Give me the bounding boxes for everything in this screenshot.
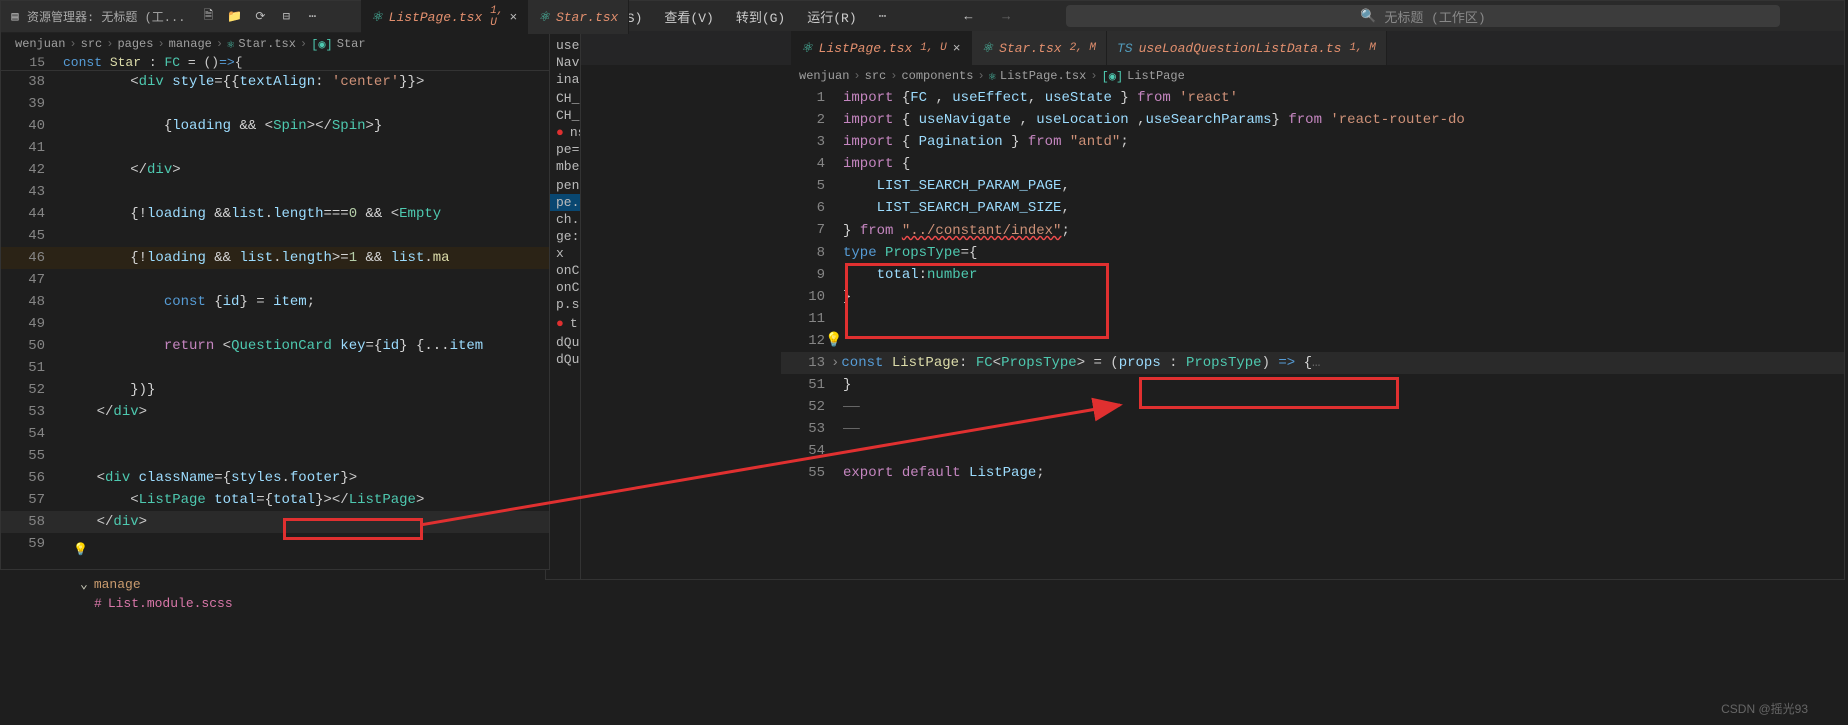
symbol-icon: [◉]	[311, 37, 333, 52]
close-icon[interactable]: ×	[953, 41, 961, 56]
code-line[interactable]: 1import {FC , useEffect, useState } from…	[781, 87, 1844, 109]
code-line[interactable]: 51	[1, 357, 549, 379]
tab-listpage[interactable]: ⚛ ListPage.tsx 1, U ×	[361, 0, 528, 34]
collapse-icon[interactable]: ⊟	[275, 6, 297, 28]
file-tree-fragment: ⌄ manage # List.module.scss	[80, 575, 780, 625]
react-file-icon: ⚛	[801, 41, 813, 56]
command-center[interactable]: 🔍 无标题 (工作区)	[1066, 5, 1780, 27]
react-file-icon: ⚛	[982, 41, 994, 56]
code-line[interactable]: 4import {	[781, 153, 1844, 175]
chevron-down-icon[interactable]: ⌄	[80, 577, 88, 592]
explorer-title: 资源管理器: 无标题 (工...	[27, 8, 185, 25]
annotation-box	[283, 518, 423, 540]
sticky-scroll-line[interactable]: 15 const Star : FC = ()=>{	[1, 55, 549, 71]
code-line[interactable]: 3import { Pagination } from "antd";	[781, 131, 1844, 153]
code-line[interactable]: 53	[781, 418, 1844, 440]
code-line[interactable]: 40 {loading && <Spin></Spin>}	[1, 115, 549, 137]
fold-chevron-icon[interactable]: ›	[831, 355, 841, 371]
refresh-icon[interactable]: ⟳	[249, 6, 271, 28]
menu-run[interactable]: 运行(R)	[807, 7, 856, 26]
menu-view[interactable]: 查看(V)	[664, 7, 713, 26]
scss-file-icon: #	[94, 596, 102, 611]
more-icon[interactable]: ⋯	[301, 6, 323, 28]
code-line[interactable]: 5 LIST_SEARCH_PARAM_PAGE,	[781, 175, 1844, 197]
react-file-icon: ⚛	[371, 10, 383, 25]
right-editor-pane: 选择(S) 查看(V) 转到(G) 运行(R) ⋯ ← → 🔍 无标题 (工作区…	[580, 0, 1845, 580]
annotation-box-signature	[1139, 377, 1399, 409]
code-line[interactable]: 42 </div>	[1, 159, 549, 181]
left-breadcrumb[interactable]: wenjuan› src› pages› manage› ⚛ Star.tsx›…	[1, 33, 549, 55]
more-icon[interactable]: ⋯	[879, 9, 887, 24]
react-file-icon: ⚛	[227, 37, 234, 52]
code-line[interactable]: 47	[1, 269, 549, 291]
code-line[interactable]: 57 <ListPage total={total}></ListPage>	[1, 489, 549, 511]
code-line[interactable]: 8type PropsType={	[781, 242, 1844, 264]
code-line[interactable]: 2import { useNavigate , useLocation ,use…	[781, 109, 1844, 131]
left-editor-pane: ▤ 资源管理器: 无标题 (工... 🗎 📁 ⟳ ⊟ ⋯ ⚛ ListPage.…	[0, 0, 550, 570]
code-line[interactable]: 38 <div style={{textAlign: 'center'}}>	[1, 71, 549, 93]
new-file-icon[interactable]: 🗎	[197, 6, 219, 28]
code-line[interactable]: 49	[1, 313, 549, 335]
tab-star[interactable]: ⚛ Star.tsx 2, M	[972, 31, 1107, 65]
code-line[interactable]: 13›const ListPage: FC<PropsType> = (prop…	[781, 352, 1844, 374]
nav-forward-icon[interactable]: →	[998, 9, 1014, 24]
code-line[interactable]: 55export default ListPage;	[781, 462, 1844, 484]
code-line[interactable]: 6 LIST_SEARCH_PARAM_SIZE,	[781, 197, 1844, 219]
react-file-icon: ⚛	[989, 69, 996, 84]
code-line[interactable]: 55	[1, 445, 549, 467]
code-line[interactable]: 58 </div>	[1, 511, 549, 533]
left-tab-row: ⚛ ListPage.tsx 1, U × ⚛ Star.tsx	[361, 1, 629, 33]
close-icon[interactable]: ×	[509, 10, 517, 25]
right-breadcrumb[interactable]: wenjuan› src› components› ⚛ ListPage.tsx…	[581, 65, 1844, 87]
files-icon[interactable]: ▤	[7, 9, 23, 25]
menu-goto[interactable]: 转到(G)	[736, 7, 785, 26]
right-editor[interactable]: 1import {FC , useEffect, useState } from…	[581, 87, 1844, 484]
code-line[interactable]: 45	[1, 225, 549, 247]
code-line[interactable]: 54	[1, 423, 549, 445]
left-editor[interactable]: 38 <div style={{textAlign: 'center'}}>39…	[1, 71, 549, 555]
code-line[interactable]: 56 <div className={styles.footer}>	[1, 467, 549, 489]
tab-listpage[interactable]: ⚛ ListPage.tsx 1, U ×	[791, 31, 972, 65]
search-icon: 🔍	[1360, 9, 1376, 24]
symbol-icon: [◉]	[1102, 69, 1124, 84]
ts-file-icon: TS	[1117, 41, 1133, 56]
right-tab-row: ⚛ ListPage.tsx 1, U × ⚛ Star.tsx 2, M TS…	[581, 31, 1844, 65]
code-line[interactable]: 53 </div>	[1, 401, 549, 423]
lightbulb-icon[interactable]: 💡	[73, 542, 88, 557]
code-line[interactable]: 44 {!loading &&list.length===0 && <Empty	[1, 203, 549, 225]
code-line[interactable]: 43	[1, 181, 549, 203]
code-line[interactable]: 41	[1, 137, 549, 159]
code-line[interactable]: 52 })}	[1, 379, 549, 401]
annotation-box-propstype	[845, 263, 1109, 339]
nav-back-icon[interactable]: ←	[960, 9, 976, 24]
tab-star[interactable]: ⚛ Star.tsx	[528, 0, 629, 34]
code-line[interactable]: 48 const {id} = item;	[1, 291, 549, 313]
menu-row: 选择(S) 查看(V) 转到(G) 运行(R) ⋯ ← → 🔍 无标题 (工作区…	[581, 1, 1844, 31]
file-name[interactable]: List.module.scss	[108, 596, 233, 611]
new-folder-icon[interactable]: 📁	[223, 6, 245, 28]
tab-useloadquestionlistdata[interactable]: TS useLoadQuestionListData.ts 1, M	[1107, 31, 1387, 65]
folder-name[interactable]: manage	[94, 577, 141, 592]
code-line[interactable]: 39	[1, 93, 549, 115]
react-file-icon: ⚛	[538, 10, 550, 25]
watermark: CSDN @摇光93	[1721, 700, 1808, 717]
code-line[interactable]: 50 return <QuestionCard key={id} {...ite…	[1, 335, 549, 357]
code-line[interactable]: 46 {!loading && list.length>=1 && list.m…	[1, 247, 549, 269]
code-line[interactable]: 7} from "../constant/index";	[781, 219, 1844, 242]
code-line[interactable]: 54	[781, 440, 1844, 462]
